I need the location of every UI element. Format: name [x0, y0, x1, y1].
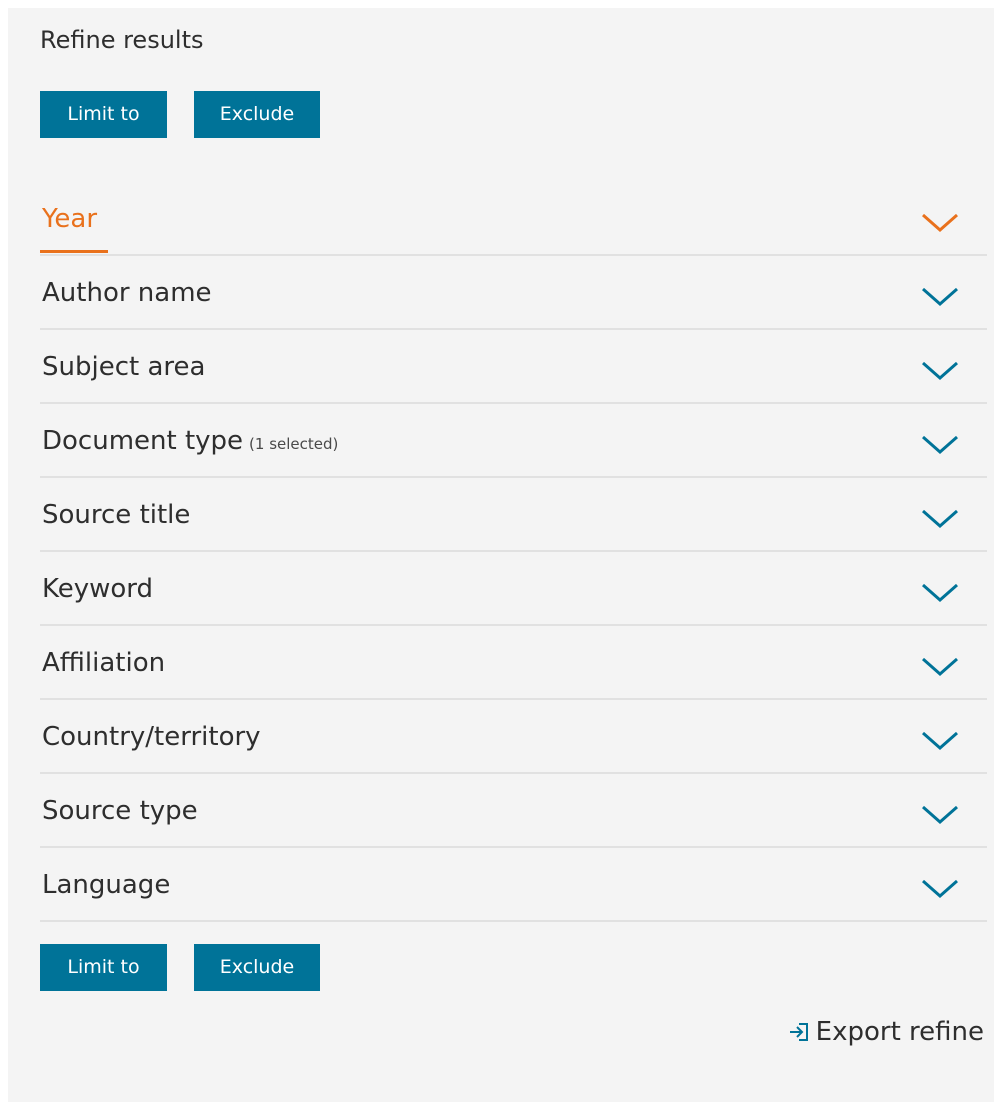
chevron-down-icon — [922, 509, 958, 529]
facet-label: Document type (1 selected) — [42, 426, 338, 456]
chevron-down-icon — [922, 583, 958, 603]
facet-subject-area[interactable]: Subject area — [40, 330, 987, 404]
chevron-down-icon — [922, 657, 958, 677]
facet-label-text: Source type — [42, 796, 198, 826]
facet-document-type[interactable]: Document type (1 selected) — [40, 404, 987, 478]
facet-label: Year — [42, 204, 97, 234]
facet-keyword[interactable]: Keyword — [40, 552, 987, 626]
limit-to-button-bottom[interactable]: Limit to — [40, 944, 167, 991]
exclude-button-top[interactable]: Exclude — [194, 91, 320, 138]
export-arrow-icon — [789, 1023, 808, 1041]
facet-language[interactable]: Language — [40, 848, 987, 922]
facet-selected-count: (1 selected) — [249, 435, 339, 453]
facet-label: Country/territory — [42, 722, 261, 752]
exclude-button-bottom[interactable]: Exclude — [194, 944, 320, 991]
limit-to-button-top[interactable]: Limit to — [40, 91, 167, 138]
facet-year[interactable]: Year — [40, 182, 987, 256]
facet-label: Source title — [42, 500, 190, 530]
facet-label-text: Year — [42, 204, 98, 234]
facet-label-text: Country/territory — [42, 722, 261, 752]
facet-label-text: Subject area — [42, 352, 206, 382]
refine-title: Refine results — [40, 26, 204, 54]
export-refine-label: Export refine — [815, 1017, 984, 1047]
facet-source-title[interactable]: Source title — [40, 478, 987, 552]
active-underline — [40, 250, 108, 253]
facet-label: Affiliation — [42, 648, 165, 678]
facet-label: Author name — [42, 278, 212, 308]
chevron-down-icon — [922, 435, 958, 455]
facet-label: Source type — [42, 796, 198, 826]
chevron-down-icon — [922, 805, 958, 825]
chevron-down-icon — [922, 213, 958, 233]
facet-source-type[interactable]: Source type — [40, 774, 987, 848]
facet-label-text: Source title — [42, 500, 191, 530]
facet-label: Subject area — [42, 352, 205, 382]
facet-label-text: Author name — [42, 278, 212, 308]
chevron-down-icon — [922, 731, 958, 751]
facet-affiliation[interactable]: Affiliation — [40, 626, 987, 700]
facet-label-text: Document type — [42, 426, 244, 456]
chevron-down-icon — [922, 361, 958, 381]
facet-list: Year Author name Subject area Document t… — [40, 182, 987, 922]
facet-country-territory[interactable]: Country/territory — [40, 700, 987, 774]
export-refine-link[interactable]: Export refine — [788, 1017, 984, 1047]
chevron-down-icon — [922, 287, 958, 307]
chevron-down-icon — [922, 879, 958, 899]
facet-label-text: Affiliation — [42, 648, 166, 678]
facet-label-text: Keyword — [42, 574, 154, 604]
facet-label: Language — [42, 870, 170, 900]
facet-label: Keyword — [42, 574, 153, 604]
facet-label-text: Language — [42, 870, 171, 900]
facet-author-name[interactable]: Author name — [40, 256, 987, 330]
